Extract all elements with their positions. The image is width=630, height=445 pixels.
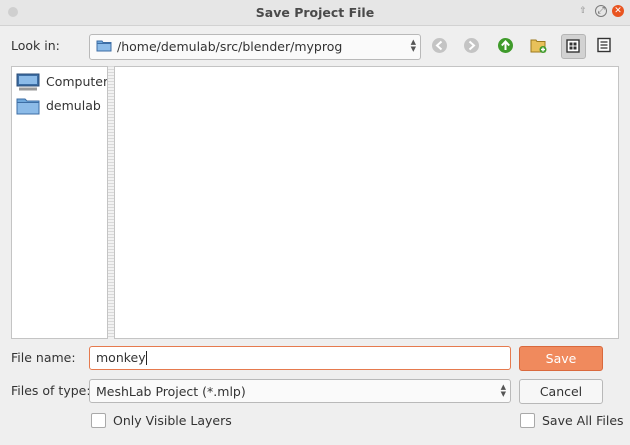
- folder-icon: [96, 40, 112, 52]
- save-button[interactable]: Save: [519, 346, 603, 371]
- filename-field[interactable]: monkey: [89, 346, 511, 370]
- look-in-combo[interactable]: /home/demulab/src/blender/myprog ▲ ▼: [89, 34, 421, 60]
- new-folder-icon[interactable]: [530, 37, 547, 54]
- filename-value: monkey: [96, 350, 146, 365]
- chevron-updown-icon: ▲ ▼: [410, 38, 416, 53]
- sidebar-item-label: demulab: [46, 98, 101, 113]
- cancel-button[interactable]: Cancel: [519, 379, 603, 404]
- parent-folder-icon[interactable]: [497, 37, 514, 54]
- save-all-files-checkbox[interactable]: [520, 413, 535, 428]
- window-title: Save Project File: [255, 5, 375, 20]
- forward-icon[interactable]: [463, 37, 480, 54]
- filetype-label: Files of type:: [11, 383, 91, 398]
- save-all-files-label[interactable]: Save All Files: [542, 413, 624, 428]
- folder-icon: [16, 98, 40, 115]
- look-in-path: /home/demulab/src/blender/myprog: [117, 39, 343, 54]
- maximize-icon[interactable]: ⤢: [595, 5, 607, 17]
- close-icon[interactable]: ✕: [612, 5, 624, 17]
- look-in-label: Look in:: [11, 38, 60, 53]
- computer-icon: [16, 73, 40, 91]
- detail-view-icon[interactable]: [593, 34, 616, 57]
- places-sidebar: Computer demulab: [11, 66, 108, 339]
- only-visible-layers-checkbox[interactable]: [91, 413, 106, 428]
- sidebar-item-computer[interactable]: Computer: [16, 71, 108, 93]
- title-bar: Save Project File ⇧ ⤢ ✕: [0, 0, 630, 26]
- minimize-icon[interactable]: ⇧: [577, 5, 589, 17]
- file-list[interactable]: [114, 66, 619, 339]
- filetype-combo[interactable]: MeshLab Project (*.mlp) ▲ ▼: [89, 379, 511, 403]
- filetype-value: MeshLab Project (*.mlp): [96, 384, 246, 399]
- save-project-dialog: Save Project File ⇧ ⤢ ✕ Look in: /home/d…: [0, 0, 630, 445]
- grid-icon: [566, 39, 580, 53]
- icon-view-icon[interactable]: [561, 34, 586, 59]
- text-caret: [145, 351, 147, 365]
- only-visible-layers-label[interactable]: Only Visible Layers: [113, 413, 232, 428]
- filename-label: File name:: [11, 350, 76, 365]
- back-icon[interactable]: [431, 37, 448, 54]
- chevron-updown-icon: ▲ ▼: [500, 383, 506, 398]
- sidebar-item-label: Computer: [46, 74, 109, 89]
- sidebar-item-demulab[interactable]: demulab: [16, 95, 108, 117]
- list-icon: [597, 37, 611, 53]
